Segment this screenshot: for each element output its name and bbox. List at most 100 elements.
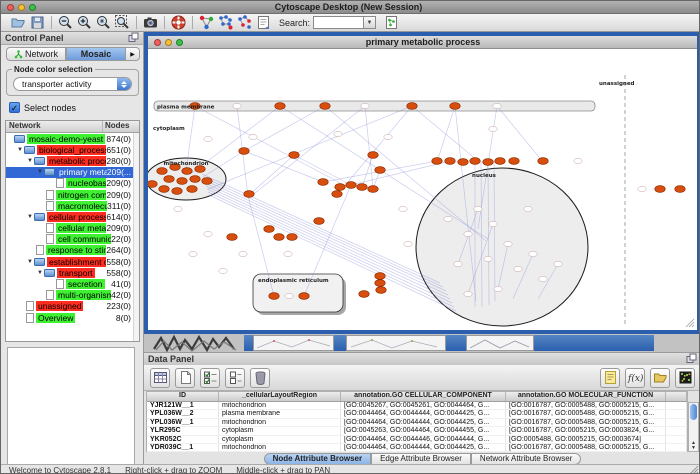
table-row[interactable]: YPL036W__1mitochondrion[GO:0044464, GO:0… bbox=[147, 419, 687, 427]
window-controls[interactable] bbox=[7, 4, 36, 11]
minimize-button[interactable] bbox=[18, 4, 25, 11]
tree-row[interactable]: ▼primary metabo209(... bbox=[6, 167, 133, 178]
expand-arrow-icon[interactable]: ▼ bbox=[16, 147, 24, 153]
column-header[interactable]: ID bbox=[147, 392, 219, 401]
main-toolbar: Search: ▼ bbox=[1, 14, 700, 32]
network-node-selected bbox=[509, 158, 519, 165]
tree-row[interactable]: response to stimul264(0) bbox=[6, 245, 133, 256]
close-button[interactable] bbox=[7, 4, 14, 11]
import-network-icon[interactable] bbox=[382, 15, 401, 31]
network-view-window[interactable]: primary metabolic process plasma membran… bbox=[144, 32, 700, 334]
table-cell: [GO:0016787, GO:0005488, GO:0005215, G..… bbox=[506, 419, 666, 426]
zoom-button[interactable] bbox=[29, 4, 36, 11]
search-dropdown-icon[interactable]: ▼ bbox=[363, 16, 376, 29]
expand-arrow-icon[interactable]: ▼ bbox=[26, 259, 34, 265]
app-titlebar: Cytoscape Desktop (New Session) bbox=[1, 1, 700, 14]
search-input[interactable] bbox=[313, 16, 363, 29]
table-row[interactable]: YLR295Ccytoplasm[GO:0045263, GO:0044464,… bbox=[147, 427, 687, 435]
tree-row[interactable]: ▼biological_process651(0) bbox=[6, 144, 133, 155]
table-cell bbox=[666, 419, 687, 426]
scrollbar-arrows-icon[interactable]: ▲▼ bbox=[689, 441, 698, 451]
network-window-controls[interactable] bbox=[154, 39, 183, 46]
network-node-selected bbox=[375, 280, 385, 287]
network-node-selected bbox=[335, 184, 345, 191]
column-header[interactable]: _cellularLayoutRegion bbox=[219, 392, 341, 401]
tree-row[interactable]: multi-organism pro42(0) bbox=[6, 290, 133, 301]
table-row[interactable]: YJR121W__1mitochondrion[GO:0045267, GO:0… bbox=[147, 402, 687, 410]
column-header[interactable]: annotation.GO CELLULAR_COMPONENT bbox=[341, 392, 506, 401]
tab-network-attribute-browser[interactable]: Network Attribute Browser bbox=[471, 453, 581, 465]
zoom-out-icon[interactable] bbox=[56, 15, 75, 31]
new-attribute-icon[interactable] bbox=[175, 368, 195, 388]
data-panel-toolbar: f(x) bbox=[144, 365, 700, 391]
expand-arrow-icon[interactable]: ▼ bbox=[26, 214, 34, 220]
birds-eye-view[interactable] bbox=[7, 347, 135, 474]
tree-row[interactable]: cell communicat22(0) bbox=[6, 234, 133, 245]
tree-row[interactable]: unassigned223(0) bbox=[6, 301, 133, 312]
vizmapper-icon[interactable] bbox=[197, 15, 216, 31]
help-icon[interactable] bbox=[169, 15, 188, 31]
tree-row[interactable]: secretion41(0) bbox=[6, 278, 133, 289]
expand-arrow-icon[interactable]: ▼ bbox=[26, 158, 34, 164]
folder-icon bbox=[24, 146, 35, 154]
table-row[interactable]: YPL036W__2plasma membrane[GO:0044464, GO… bbox=[147, 410, 687, 418]
select-nodes-checkbox[interactable]: ✓ bbox=[9, 102, 20, 113]
tree-row[interactable]: nucleobase-209(0) bbox=[6, 178, 133, 189]
tree-row[interactable]: Overview8(0) bbox=[6, 312, 133, 323]
tree-row[interactable]: ▼metabolic process280(0) bbox=[6, 155, 133, 166]
column-header[interactable]: annotation.GO MOLECULAR_FUNCTION bbox=[506, 392, 666, 401]
network-nodes-icon-1[interactable] bbox=[216, 15, 235, 31]
tree-row[interactable]: ▼cellular process614(0) bbox=[6, 211, 133, 222]
open-session-icon[interactable] bbox=[9, 15, 28, 31]
network-node bbox=[334, 131, 342, 136]
select-attributes-icon[interactable] bbox=[200, 368, 220, 388]
tree-row[interactable]: mosaic-demo-yeast874(0) bbox=[6, 133, 133, 144]
zoom-selected-region-icon[interactable] bbox=[94, 15, 113, 31]
annotation-icon[interactable] bbox=[254, 15, 273, 31]
tree-scrollbar[interactable] bbox=[133, 133, 139, 341]
scrollbar-thumb[interactable] bbox=[690, 404, 697, 420]
group-label: Node color selection bbox=[12, 65, 95, 74]
float-panel-icon[interactable] bbox=[686, 353, 697, 366]
tab-network[interactable]: Network bbox=[6, 47, 66, 61]
tab-node-attribute-browser[interactable]: Node Attribute Browser bbox=[264, 453, 372, 465]
node-count: 223(0) bbox=[106, 301, 133, 311]
node-color-dropdown[interactable]: transporter activity bbox=[13, 77, 132, 91]
network-window-titlebar[interactable]: primary metabolic process bbox=[148, 36, 697, 49]
zoom-in-icon[interactable] bbox=[75, 15, 94, 31]
tab-edge-attribute-browser[interactable]: Edge Attribute Browser bbox=[371, 453, 471, 465]
delete-attribute-icon[interactable] bbox=[250, 368, 270, 388]
zoom-fit-icon[interactable] bbox=[113, 15, 132, 31]
table-row[interactable]: YKR052Ccytoplasm[GO:0044464, GO:0044446,… bbox=[147, 436, 687, 444]
snapshot-icon[interactable] bbox=[141, 15, 160, 31]
table-scrollbar[interactable]: ▲▼ bbox=[688, 402, 699, 452]
tab-overflow-icon[interactable]: ▶ bbox=[126, 47, 140, 61]
tab-mosaic[interactable]: Mosaic bbox=[66, 47, 126, 61]
load-attributes-icon[interactable] bbox=[650, 368, 670, 388]
matrix-icon[interactable] bbox=[675, 368, 695, 388]
save-session-icon[interactable] bbox=[28, 15, 47, 31]
notes-icon[interactable] bbox=[600, 368, 620, 388]
tree-row[interactable]: ▼establishment of lo558(0) bbox=[6, 256, 133, 267]
network-node bbox=[404, 241, 412, 246]
expand-arrow-icon[interactable]: ▼ bbox=[36, 270, 44, 276]
column-header[interactable] bbox=[666, 392, 687, 401]
maximize-icon[interactable] bbox=[176, 39, 183, 46]
network-node bbox=[554, 261, 562, 266]
node-count: 41(0) bbox=[111, 279, 133, 289]
attribute-table-icon[interactable] bbox=[150, 368, 170, 388]
tree-row[interactable]: macromolecule311(0) bbox=[6, 200, 133, 211]
network-nodes-icon-2[interactable] bbox=[235, 15, 254, 31]
node-count: 42(0) bbox=[111, 290, 133, 300]
float-panel-icon[interactable] bbox=[128, 32, 139, 45]
formula-icon[interactable]: f(x) bbox=[625, 368, 645, 388]
close-icon[interactable] bbox=[154, 39, 161, 46]
unselect-attributes-icon[interactable] bbox=[225, 368, 245, 388]
minimize-icon[interactable] bbox=[165, 39, 172, 46]
tree-row[interactable]: ▼transport558(0) bbox=[6, 267, 133, 278]
resize-grip-icon[interactable] bbox=[689, 465, 699, 474]
tree-row[interactable]: cellular metabo209(0) bbox=[6, 223, 133, 234]
expand-arrow-icon[interactable]: ▼ bbox=[36, 169, 44, 175]
network-canvas[interactable]: plasma membranecytoplasmmitochondrionnuc… bbox=[148, 49, 697, 330]
tree-row[interactable]: nitrogen compo209(0) bbox=[6, 189, 133, 200]
